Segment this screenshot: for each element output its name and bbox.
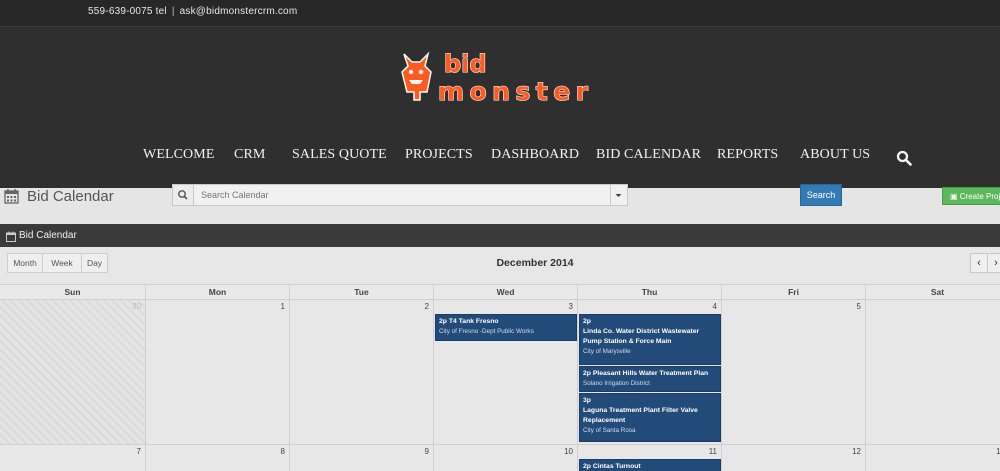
monster-mascot-icon	[401, 51, 432, 101]
day-cell[interactable]: 2	[290, 300, 434, 444]
event-subtitle: City of Fresno -Dept Public Works	[439, 328, 534, 335]
page-title: Bid Calendar	[27, 188, 114, 205]
prev-month-button[interactable]: ‹	[970, 253, 988, 273]
calendar-event[interactable]: 2p Pleasant Hills Water Treatment Plan S…	[579, 366, 721, 392]
day-cell[interactable]: 9	[290, 445, 434, 471]
event-title: Pleasant Hills Water Treatment Plan	[592, 370, 709, 377]
event-subtitle: City of Santa Rosa	[583, 427, 636, 434]
nav-about-us[interactable]: ABOUT US	[800, 147, 870, 163]
contact-info: 559-639-0075 tel | ask@bidmonstercrm.com	[88, 6, 297, 17]
logo-word-monster: monster	[438, 77, 589, 104]
event-subtitle: City of Marysville	[583, 348, 631, 355]
event-time: 2p	[439, 318, 447, 325]
calendar-grid: Sun Mon Tue Wed Thu Fri Sat 30 1 2 3 4 5…	[0, 284, 1000, 471]
day-number: 3	[568, 302, 573, 311]
nav-sales-quote[interactable]: SALES QUOTE	[292, 147, 387, 163]
day-number: 8	[280, 447, 285, 456]
day-cell[interactable]: 1	[146, 300, 290, 444]
dow-tue: Tue	[290, 285, 434, 301]
event-time: 2p	[583, 318, 591, 325]
search-addon	[172, 184, 193, 206]
calendar-event[interactable]: 2p Cintas Turnout	[579, 459, 721, 471]
nav-crm[interactable]: CRM	[234, 147, 265, 163]
event-title-line: 2p Pleasant Hills Water Treatment Plan	[583, 369, 717, 379]
calendar-title: December 2014	[496, 257, 574, 269]
day-cell[interactable]: 13	[866, 445, 1000, 471]
contact-separator: |	[171, 6, 175, 17]
event-time: 3p	[583, 397, 591, 404]
day-number: 1	[280, 302, 285, 311]
main-nav: WELCOME CRM SALES QUOTE PROJECTS DASHBOA…	[0, 147, 1000, 169]
site-header: 559-639-0075 tel | ask@bidmonstercrm.com b…	[0, 0, 1000, 188]
dow-fri: Fri	[722, 285, 866, 301]
search-input[interactable]	[193, 184, 611, 206]
day-number: 10	[564, 447, 573, 456]
event-subtitle: Solano Irrigation District	[583, 380, 650, 387]
search-addon-icon	[178, 190, 188, 200]
chevron-down-icon	[615, 194, 622, 197]
day-number: 9	[424, 447, 429, 456]
day-number: 4	[712, 302, 717, 311]
event-time: 2p	[583, 463, 591, 470]
event-time: 2p	[583, 370, 591, 377]
day-cell[interactable]: 7	[0, 445, 146, 471]
search-icon[interactable]	[896, 150, 912, 166]
contact-email[interactable]: ask@bidmonstercrm.com	[180, 6, 298, 17]
nav-projects[interactable]: PROJECTS	[405, 147, 473, 163]
panel-calendar-icon	[6, 229, 16, 247]
logo-graphic: bid monster	[401, 49, 589, 104]
day-number: 12	[852, 447, 861, 456]
dow-sun: Sun	[0, 285, 146, 301]
day-of-week-header: Sun Mon Tue Wed Thu Fri Sat	[0, 284, 1000, 301]
day-cell[interactable]: 10	[434, 445, 578, 471]
day-cell[interactable]: 6	[866, 300, 1000, 444]
create-project-label: Create Proje	[959, 192, 1000, 201]
event-title: Linda Co. Water District Wastewater Pump…	[583, 328, 700, 345]
dow-mon: Mon	[146, 285, 290, 301]
event-title: T4 Tank Fresno	[448, 318, 499, 325]
logo-word-bid: bid	[444, 50, 487, 78]
nav-dashboard[interactable]: DASHBOARD	[491, 147, 579, 163]
bid-monster-logo[interactable]: bid monster	[398, 48, 593, 104]
plus-icon: ▣	[950, 192, 960, 201]
day-cell[interactable]: 5	[722, 300, 866, 444]
day-number: 5	[856, 302, 861, 311]
nav-reports[interactable]: REPORTS	[717, 147, 778, 163]
event-title: Cintas Turnout	[592, 463, 641, 470]
panel-title: Bid Calendar	[19, 230, 77, 241]
day-number: 30	[132, 302, 141, 311]
day-number: 13	[996, 447, 1000, 456]
search-dropdown-toggle[interactable]	[611, 184, 628, 206]
day-cell[interactable]: 30	[0, 300, 146, 444]
contact-phone: 559-639-0075 tel	[88, 6, 167, 17]
day-cell[interactable]: 12	[722, 445, 866, 471]
event-title-line: 2p Cintas Turnout	[583, 462, 717, 471]
create-project-button[interactable]: ▣ Create Proje	[942, 187, 1000, 205]
event-title-line: 2p T4 Tank Fresno	[439, 317, 573, 327]
day-number: 7	[136, 447, 141, 456]
dow-sat: Sat	[866, 285, 1000, 301]
next-month-button[interactable]: ›	[987, 253, 1000, 273]
nav-bid-calendar[interactable]: BID CALENDAR	[596, 147, 701, 163]
calendar-icon	[4, 188, 19, 209]
calendar-week: 7 8 9 10 11 12 13 2p Cintas Turnout	[0, 445, 1000, 471]
contact-bar: 559-639-0075 tel | ask@bidmonstercrm.com	[0, 0, 1000, 27]
calendar-event[interactable]: 2p Linda Co. Water District Wastewater P…	[579, 314, 721, 365]
dow-thu: Thu	[578, 285, 722, 301]
search-button[interactable]: Search	[800, 184, 842, 206]
panel-heading: Bid Calendar	[0, 224, 1000, 247]
event-title: Laguna Treatment Plant Filter Valve Repl…	[583, 407, 698, 424]
dow-wed: Wed	[434, 285, 578, 301]
day-number: 2	[424, 302, 429, 311]
nav-welcome[interactable]: WELCOME	[143, 147, 214, 163]
calendar-event[interactable]: 3p Laguna Treatment Plant Filter Valve R…	[579, 393, 721, 442]
day-cell[interactable]: 8	[146, 445, 290, 471]
calendar-week: 30 1 2 3 4 5 6 2p T4 Tank Fresno City of…	[0, 300, 1000, 445]
calendar-event[interactable]: 2p T4 Tank Fresno City of Fresno -Dept P…	[435, 314, 577, 341]
day-number: 11	[708, 447, 717, 456]
